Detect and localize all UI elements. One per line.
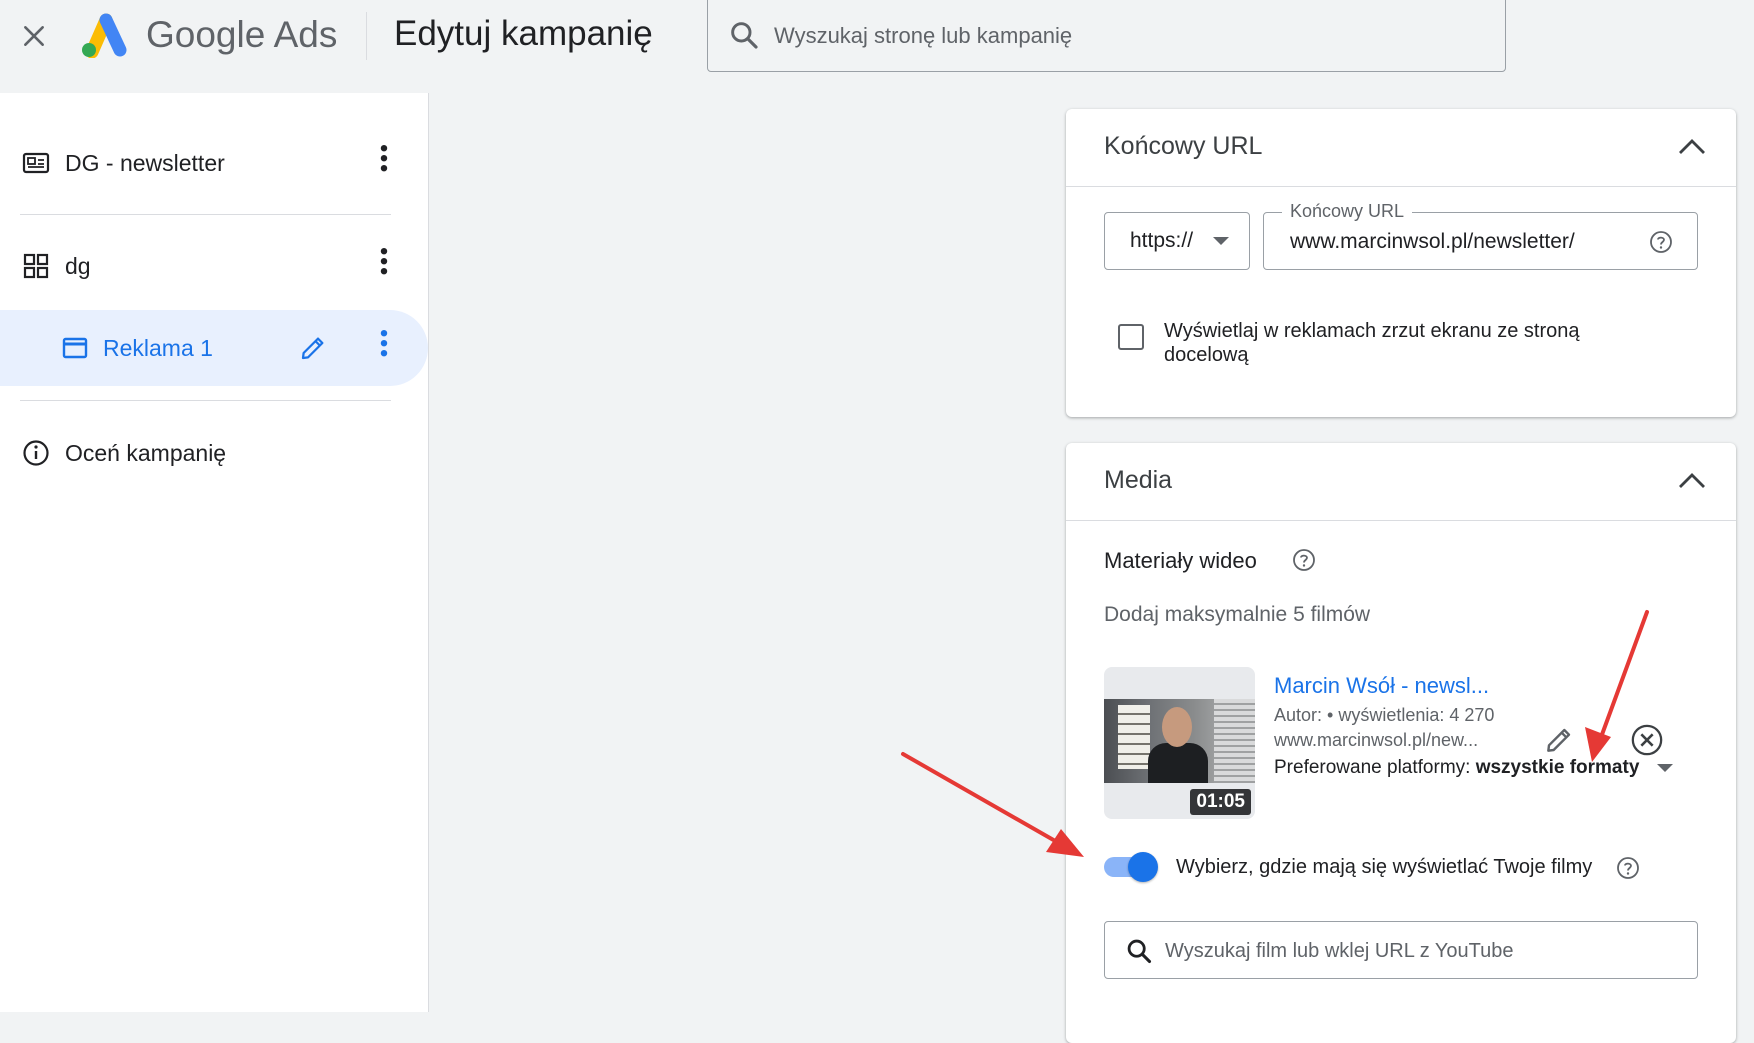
video-meta: Autor: • wyświetlenia: 4 270 <box>1274 705 1495 725</box>
video-section-title: Materiały wideo <box>1104 548 1257 573</box>
video-limit-hint: Dodaj maksymalnie 5 filmów <box>1104 603 1371 626</box>
sidebar: DG - newsletter dg Reklama 1 Oceń kampan… <box>0 93 429 1012</box>
video-search-box <box>1104 921 1698 979</box>
final-url-field: Końcowy URL <box>1263 201 1698 270</box>
close-icon <box>24 26 44 46</box>
thumbnail-scene <box>1104 699 1255 783</box>
grid-icon <box>22 252 50 280</box>
brand-name: Google Ads <box>146 14 337 56</box>
sidebar-item-label: Oceń kampanię <box>65 439 227 466</box>
collapse-button[interactable] <box>1674 129 1710 165</box>
help-icon[interactable] <box>1292 548 1316 572</box>
platforms-value: wszystkie formaty <box>1475 757 1640 778</box>
video-thumbnail[interactable]: 01:05 <box>1104 667 1255 819</box>
collapse-button[interactable] <box>1674 463 1710 499</box>
video-duration: 01:05 <box>1190 789 1251 815</box>
more-vert-icon[interactable] <box>369 323 399 363</box>
protocol-value: https:// <box>1130 229 1194 252</box>
screenshot-checkbox[interactable] <box>1118 324 1144 350</box>
platforms-label: Preferowane platformy: <box>1274 757 1471 778</box>
video-search-input[interactable] <box>1165 937 1665 965</box>
card-header: Media <box>1066 443 1736 521</box>
sidebar-item-campaign[interactable]: DG - newsletter <box>0 127 428 199</box>
final-url-label: Końcowy URL <box>1282 201 1413 222</box>
thumbnail-person-body <box>1148 743 1208 783</box>
dropdown-arrow-icon <box>1656 763 1673 772</box>
sidebar-item-evaluate[interactable]: Oceń kampanię <box>0 417 428 489</box>
chevron-up-icon <box>1679 473 1705 488</box>
video-title-link[interactable]: Marcin Wsół - newsl... <box>1274 673 1489 699</box>
video-url: www.marcinwsol.pl/new... <box>1274 730 1479 750</box>
help-icon[interactable] <box>1649 230 1673 254</box>
preferred-platforms-select[interactable]: Preferowane platformy: wszystkie formaty <box>1274 757 1673 779</box>
header-divider <box>366 12 367 60</box>
edit-pencil-icon[interactable] <box>296 331 330 365</box>
dropdown-arrow-icon <box>1213 237 1229 245</box>
sidebar-item-label: Reklama 1 <box>103 334 213 361</box>
final-url-input[interactable] <box>1290 228 1640 256</box>
more-vert-icon[interactable] <box>369 241 399 281</box>
edit-pencil-icon <box>1547 728 1571 752</box>
protocol-select[interactable]: https:// <box>1104 212 1250 270</box>
remove-video-button[interactable] <box>1630 723 1664 757</box>
sidebar-item-ad[interactable]: Reklama 1 <box>0 310 428 386</box>
top-search-input[interactable] <box>774 19 1474 53</box>
card-title: Media <box>1104 466 1173 494</box>
chevron-up-icon <box>1679 139 1705 154</box>
media-card: Media Materiały wideo Dodaj maksymalnie … <box>1066 443 1736 1043</box>
close-button[interactable] <box>16 18 52 54</box>
final-url-card: Końcowy URL https:// Końcowy URL Wyświet… <box>1066 109 1736 417</box>
annotation-arrow-toggle <box>901 752 1084 857</box>
placement-toggle[interactable] <box>1104 850 1160 884</box>
google-ads-logo <box>82 13 127 58</box>
screenshot-checkbox-label: Wyświetlaj w reklamach zrzut ekranu ze s… <box>1164 320 1580 366</box>
edit-video-button[interactable] <box>1542 723 1576 757</box>
placement-toggle-label: Wybierz, gdzie mają się wyświetlać Twoje… <box>1176 856 1593 878</box>
sidebar-item-label: DG - newsletter <box>65 149 225 176</box>
sidebar-item-label: dg <box>65 252 91 279</box>
sidebar-divider <box>20 214 391 215</box>
brand-google: Google <box>146 14 266 55</box>
toggle-knob <box>1128 852 1158 882</box>
sidebar-divider <box>20 400 391 401</box>
card-header: Końcowy URL <box>1066 109 1736 187</box>
sidebar-item-ad-group[interactable]: dg <box>0 230 428 302</box>
help-icon[interactable] <box>1616 856 1640 880</box>
thumbnail-person-head <box>1162 707 1192 747</box>
display-ad-icon <box>22 149 50 177</box>
page-title: Edytuj kampanię <box>394 14 653 53</box>
thumbnail-shelf <box>1118 705 1150 769</box>
top-search-box <box>707 0 1506 72</box>
thumbnail-blinds <box>1214 699 1255 783</box>
window-icon <box>61 334 89 362</box>
brand-ads: Ads <box>273 14 338 55</box>
remove-circle-icon <box>1631 724 1663 756</box>
info-icon <box>22 439 50 467</box>
search-icon <box>731 22 758 49</box>
card-title: Końcowy URL <box>1104 132 1263 160</box>
more-vert-icon[interactable] <box>369 138 399 178</box>
search-icon <box>1127 939 1152 964</box>
